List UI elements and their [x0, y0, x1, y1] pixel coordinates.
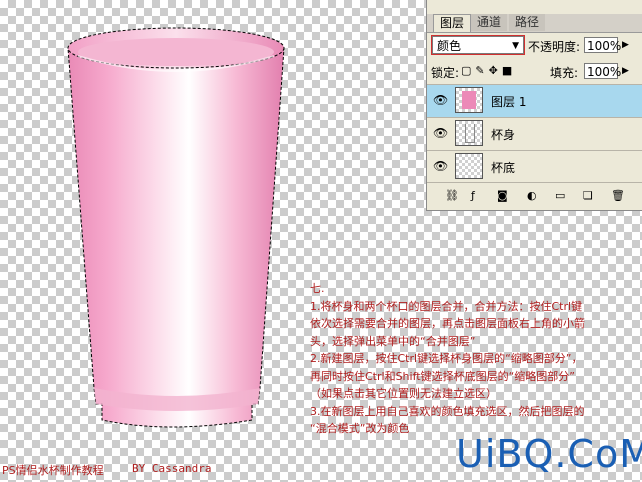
lock-label: 锁定:	[431, 66, 460, 80]
instruction-line: 2.新建图层，按住Ctrl键选择杯身图层的“缩略图部分”，	[310, 352, 583, 365]
footer-title: PS情侣水杯制作教程	[2, 464, 104, 477]
layer-name: 杯底	[491, 161, 516, 175]
lock-move-icon[interactable]: ✥	[489, 64, 502, 77]
eye-icon[interactable]: 👁	[433, 159, 448, 173]
fill-label: 填充:	[550, 66, 579, 80]
tab-channels[interactable]: 通道	[471, 14, 508, 31]
instruction-line: 再同时按住Ctrl和Shift键选择杯底图层的“缩略图部分”	[310, 369, 575, 383]
layers-panel: 图层 通道 路径 颜色 ▼ 不透明度: 100% ▶ 锁定: ▢✎✥■ 填充: …	[426, 0, 642, 211]
layer-thumbnail[interactable]	[455, 153, 483, 179]
fill-arrow-icon[interactable]: ▶	[622, 66, 629, 76]
adjustment-layer-icon[interactable]: ◐	[527, 189, 537, 202]
instruction-line: 3.在新图层上用自己喜欢的颜色填充选区，然后把图层的	[310, 404, 585, 418]
instruction-line: 七.	[310, 282, 325, 295]
lock-transparent-icon[interactable]: ▢	[461, 64, 475, 77]
layer-name: 杯身	[491, 128, 516, 142]
instruction-line: 依次选择需要合并的图层，再点击图层面板右上角的小箭	[310, 317, 585, 330]
cup-body	[67, 47, 285, 428]
layer-row-layer1[interactable]: 👁 图层 1	[427, 84, 642, 117]
layer-list: 👁 图层 1 👁 杯身 👁 杯底	[427, 84, 642, 183]
opacity-label: 不透明度:	[528, 40, 581, 54]
lock-icons: ▢✎✥■	[461, 64, 516, 77]
layer-row-cup-bottom[interactable]: 👁 杯底	[427, 150, 642, 183]
trash-icon[interactable]: 🗑	[611, 189, 625, 202]
panel-toolbar: ⛓ ƒ ◙ ◐ ▭ ❏ 🗑	[427, 182, 642, 209]
layer-thumbnail[interactable]	[455, 87, 483, 113]
layer-row-cup-body[interactable]: 👁 杯身	[427, 117, 642, 150]
blend-mode-value: 颜色	[437, 39, 462, 53]
layer-thumbnail[interactable]	[455, 120, 483, 146]
layer-style-icon[interactable]: ƒ	[471, 189, 475, 202]
footer-author: BY Cassandra	[132, 462, 212, 475]
lock-paint-icon[interactable]: ✎	[475, 64, 488, 77]
eye-icon[interactable]: 👁	[433, 93, 448, 107]
opacity-input[interactable]: 100%	[584, 37, 621, 53]
new-group-icon[interactable]: ▭	[555, 189, 565, 202]
layer-mask-icon[interactable]: ◙	[497, 189, 508, 202]
instruction-line: 头，选择弹出菜单中的“合并图层”	[310, 334, 476, 348]
panel-tabs: 图层 通道 路径	[427, 14, 642, 33]
layer-name: 图层 1	[491, 95, 527, 109]
tutorial-instructions: 七. 1.将杯身和两个杯口的图层合并，合并方法：按住Ctrl键 依次选择需要合并…	[310, 280, 640, 438]
eye-icon[interactable]: 👁	[433, 126, 448, 140]
fill-input[interactable]: 100%	[584, 63, 621, 79]
instruction-line: （如果点击其它位置则无法建立选区）	[310, 387, 497, 400]
new-layer-icon[interactable]: ❏	[583, 189, 593, 202]
tab-paths[interactable]: 路径	[509, 14, 546, 31]
opacity-arrow-icon[interactable]: ▶	[622, 40, 629, 50]
lock-all-icon[interactable]: ■	[502, 64, 516, 77]
instruction-line: 1.将杯身和两个杯口的图层合并，合并方法：按住Ctrl键	[310, 299, 583, 313]
blend-mode-select[interactable]: 颜色 ▼	[431, 35, 525, 55]
link-layers-icon[interactable]: ⛓	[445, 189, 459, 202]
tab-layers[interactable]: 图层	[433, 14, 472, 32]
dropdown-arrow-icon: ▼	[512, 41, 519, 51]
watermark-logo: UiBQ.CoM	[456, 432, 642, 476]
